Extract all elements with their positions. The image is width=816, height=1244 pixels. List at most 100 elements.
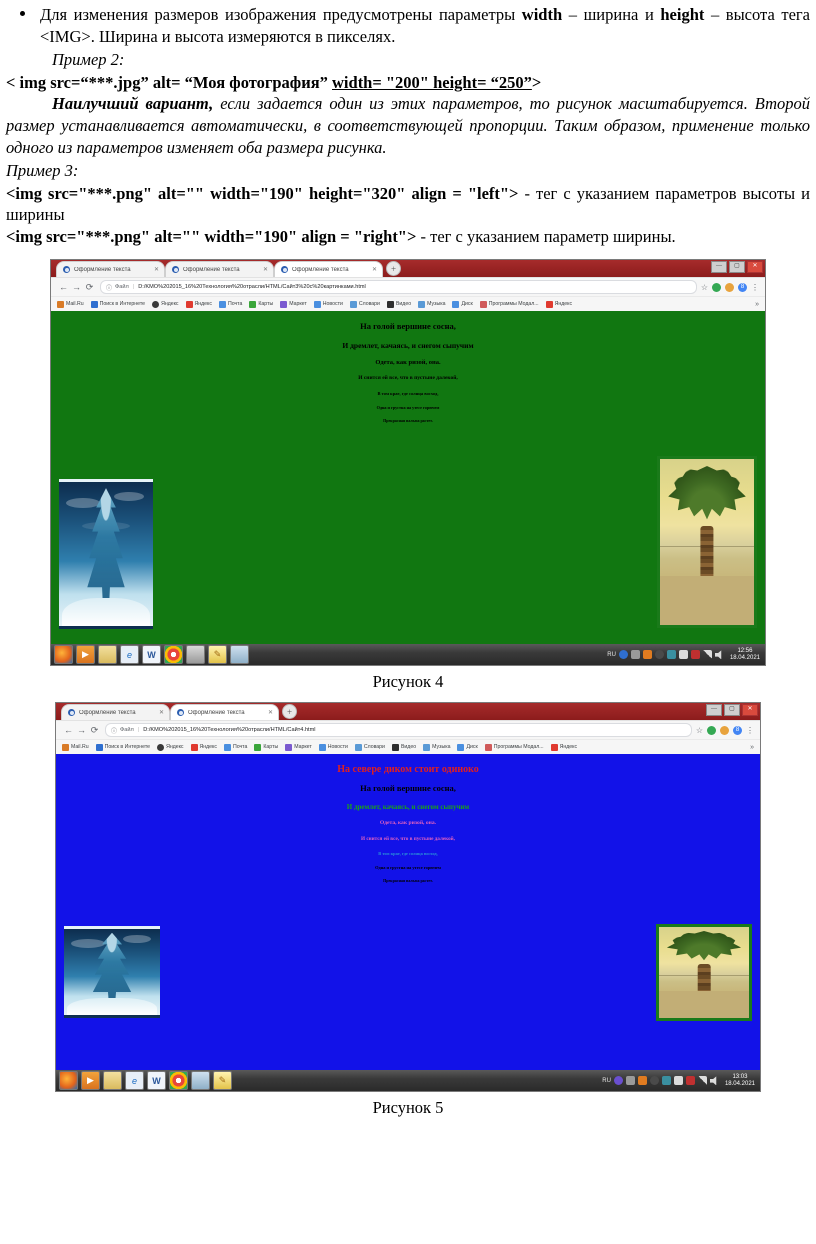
back-icon[interactable]: ← (57, 282, 70, 292)
language-indicator[interactable]: RU (602, 1078, 611, 1084)
profile-avatar-icon[interactable]: 8 (738, 282, 747, 292)
window-minimize-button[interactable]: — (711, 261, 727, 274)
tray-icon-dark[interactable] (654, 650, 664, 660)
tab-close-icon[interactable]: ✕ (372, 266, 377, 273)
bookmark-item[interactable]: Диск (457, 743, 478, 751)
profile-avatar-icon[interactable]: 8 (733, 725, 742, 735)
tray-icon-white[interactable] (673, 1076, 683, 1086)
reload-icon[interactable]: ⟳ (83, 282, 96, 293)
tray-icon-red[interactable] (685, 1076, 695, 1086)
window-maximize-button[interactable]: ▢ (729, 261, 745, 274)
window-thumbnail-icon[interactable] (230, 645, 249, 665)
bookmark-item[interactable]: Почта (218, 300, 242, 308)
tray-icon-blue[interactable] (613, 1076, 623, 1086)
extension-icon-green[interactable] (707, 725, 716, 735)
bookmark-item[interactable]: Яндекс (545, 300, 572, 308)
notepad-icon[interactable] (191, 1071, 210, 1091)
bookmark-item[interactable]: Программы Модал... (479, 300, 539, 308)
window-close-button[interactable]: ✕ (742, 704, 758, 717)
tab-close-icon[interactable]: ✕ (268, 709, 273, 716)
bookmark-star-icon[interactable]: ☆ (696, 726, 703, 735)
media-player-icon[interactable]: ▶ (81, 1071, 100, 1091)
forward-icon[interactable]: → (70, 282, 83, 292)
bookmark-item[interactable]: Карты (254, 743, 278, 751)
taskbar-clock[interactable]: 13:03 18.04.2021 (722, 1074, 755, 1088)
bookmark-item[interactable]: Программы Модал... (484, 743, 544, 751)
internet-explorer-icon[interactable]: e (125, 1071, 144, 1091)
bookmark-item[interactable]: Музыка (423, 743, 450, 751)
tray-icon-orange[interactable] (642, 650, 652, 660)
bookmark-item[interactable]: Яндекс (185, 300, 212, 308)
bookmark-item[interactable]: Маркет (280, 300, 307, 308)
internet-explorer-icon[interactable]: e (120, 645, 139, 665)
address-bar[interactable]: ⓘ Файл | D:/KMO%202015_16%20Технология%2… (105, 723, 692, 738)
bookmark-item[interactable]: Mail.Ru (57, 300, 84, 308)
bookmark-item[interactable]: Поиск в Интернете (90, 300, 145, 308)
bookmark-item[interactable]: Музыка (418, 300, 445, 308)
network-icon[interactable] (702, 650, 712, 660)
bookmark-item[interactable]: Диск (452, 300, 473, 308)
window-maximize-button[interactable]: ▢ (724, 704, 740, 717)
extension-icon-orange[interactable] (725, 282, 734, 292)
tray-icon-teal[interactable] (661, 1076, 671, 1086)
window-close-button[interactable]: ✕ (747, 261, 763, 274)
back-icon[interactable]: ← (62, 725, 75, 735)
volume-icon[interactable] (714, 650, 722, 660)
browser-tab-2[interactable]: Оформление текста ✕ (171, 705, 278, 721)
bookmark-item[interactable]: Яндекс (550, 743, 577, 751)
word-icon[interactable]: W (142, 645, 161, 665)
language-indicator[interactable]: RU (607, 652, 616, 658)
chrome-icon[interactable] (164, 645, 183, 665)
tray-icon-dark[interactable] (649, 1076, 659, 1086)
firefox-icon[interactable] (59, 1071, 78, 1091)
browser-menu-icon[interactable]: ⋮ (746, 726, 754, 735)
bookmark-item[interactable]: Маркет (285, 743, 312, 751)
tray-icon-teal[interactable] (666, 650, 676, 660)
network-icon[interactable] (697, 1076, 707, 1086)
taskbar-clock[interactable]: 12:56 18.04.2021 (727, 648, 760, 662)
bookmark-item[interactable]: Видео (386, 300, 411, 308)
bookmark-item[interactable]: Словари (354, 743, 385, 751)
bookmark-item[interactable]: Почта (223, 743, 247, 751)
tray-icon-grey[interactable] (625, 1076, 635, 1086)
bookmark-item[interactable]: Видео (391, 743, 416, 751)
tray-icon-orange[interactable] (637, 1076, 647, 1086)
browser-tab-3[interactable]: Оформление текста ✕ (275, 262, 382, 278)
bookmark-item[interactable]: Словари (349, 300, 380, 308)
media-player-icon[interactable]: ▶ (76, 645, 95, 665)
firefox-icon[interactable] (54, 645, 73, 665)
bookmarks-overflow-icon[interactable]: » (750, 744, 754, 751)
tray-icon-grey[interactable] (630, 650, 640, 660)
opera-icon[interactable]: ✎ (213, 1071, 232, 1091)
explorer-icon[interactable] (103, 1071, 122, 1091)
window-minimize-button[interactable]: — (706, 704, 722, 717)
extension-icon-green[interactable] (712, 282, 721, 292)
forward-icon[interactable]: → (75, 725, 88, 735)
tab-close-icon[interactable]: ✕ (154, 266, 159, 273)
bookmark-item[interactable]: Новости (318, 743, 348, 751)
tray-icon-blue[interactable] (618, 650, 628, 660)
bookmark-item[interactable]: Яндекс (157, 743, 184, 751)
bookmark-item[interactable]: Яндекс (152, 300, 179, 308)
tray-icon-red[interactable] (690, 650, 700, 660)
chrome-icon[interactable] (169, 1071, 188, 1091)
bookmark-item[interactable]: Mail.Ru (62, 743, 89, 751)
reload-icon[interactable]: ⟳ (88, 725, 101, 736)
notepad-icon[interactable]: ✎ (208, 645, 227, 665)
extension-icon-orange[interactable] (720, 725, 729, 735)
address-bar[interactable]: ⓘ Файл | D:/KMO%202015_16%20Технология%2… (100, 280, 697, 295)
bookmark-star-icon[interactable]: ☆ (701, 283, 708, 292)
tab-close-icon[interactable]: ✕ (263, 266, 268, 273)
bookmark-item[interactable]: Новости (313, 300, 343, 308)
bookmarks-overflow-icon[interactable]: » (755, 301, 759, 308)
volume-icon[interactable] (709, 1076, 717, 1086)
word-icon[interactable]: W (147, 1071, 166, 1091)
bookmark-item[interactable]: Поиск в Интернете (95, 743, 150, 751)
browser-tab-1[interactable]: Оформление текста ✕ (57, 262, 164, 278)
tray-icon-white[interactable] (678, 650, 688, 660)
browser-tab-2[interactable]: Оформление текста ✕ (166, 262, 273, 278)
browser-menu-icon[interactable]: ⋮ (751, 283, 759, 292)
explorer-icon[interactable] (98, 645, 117, 665)
tab-close-icon[interactable]: ✕ (159, 709, 164, 716)
bookmark-item[interactable]: Карты (249, 300, 273, 308)
